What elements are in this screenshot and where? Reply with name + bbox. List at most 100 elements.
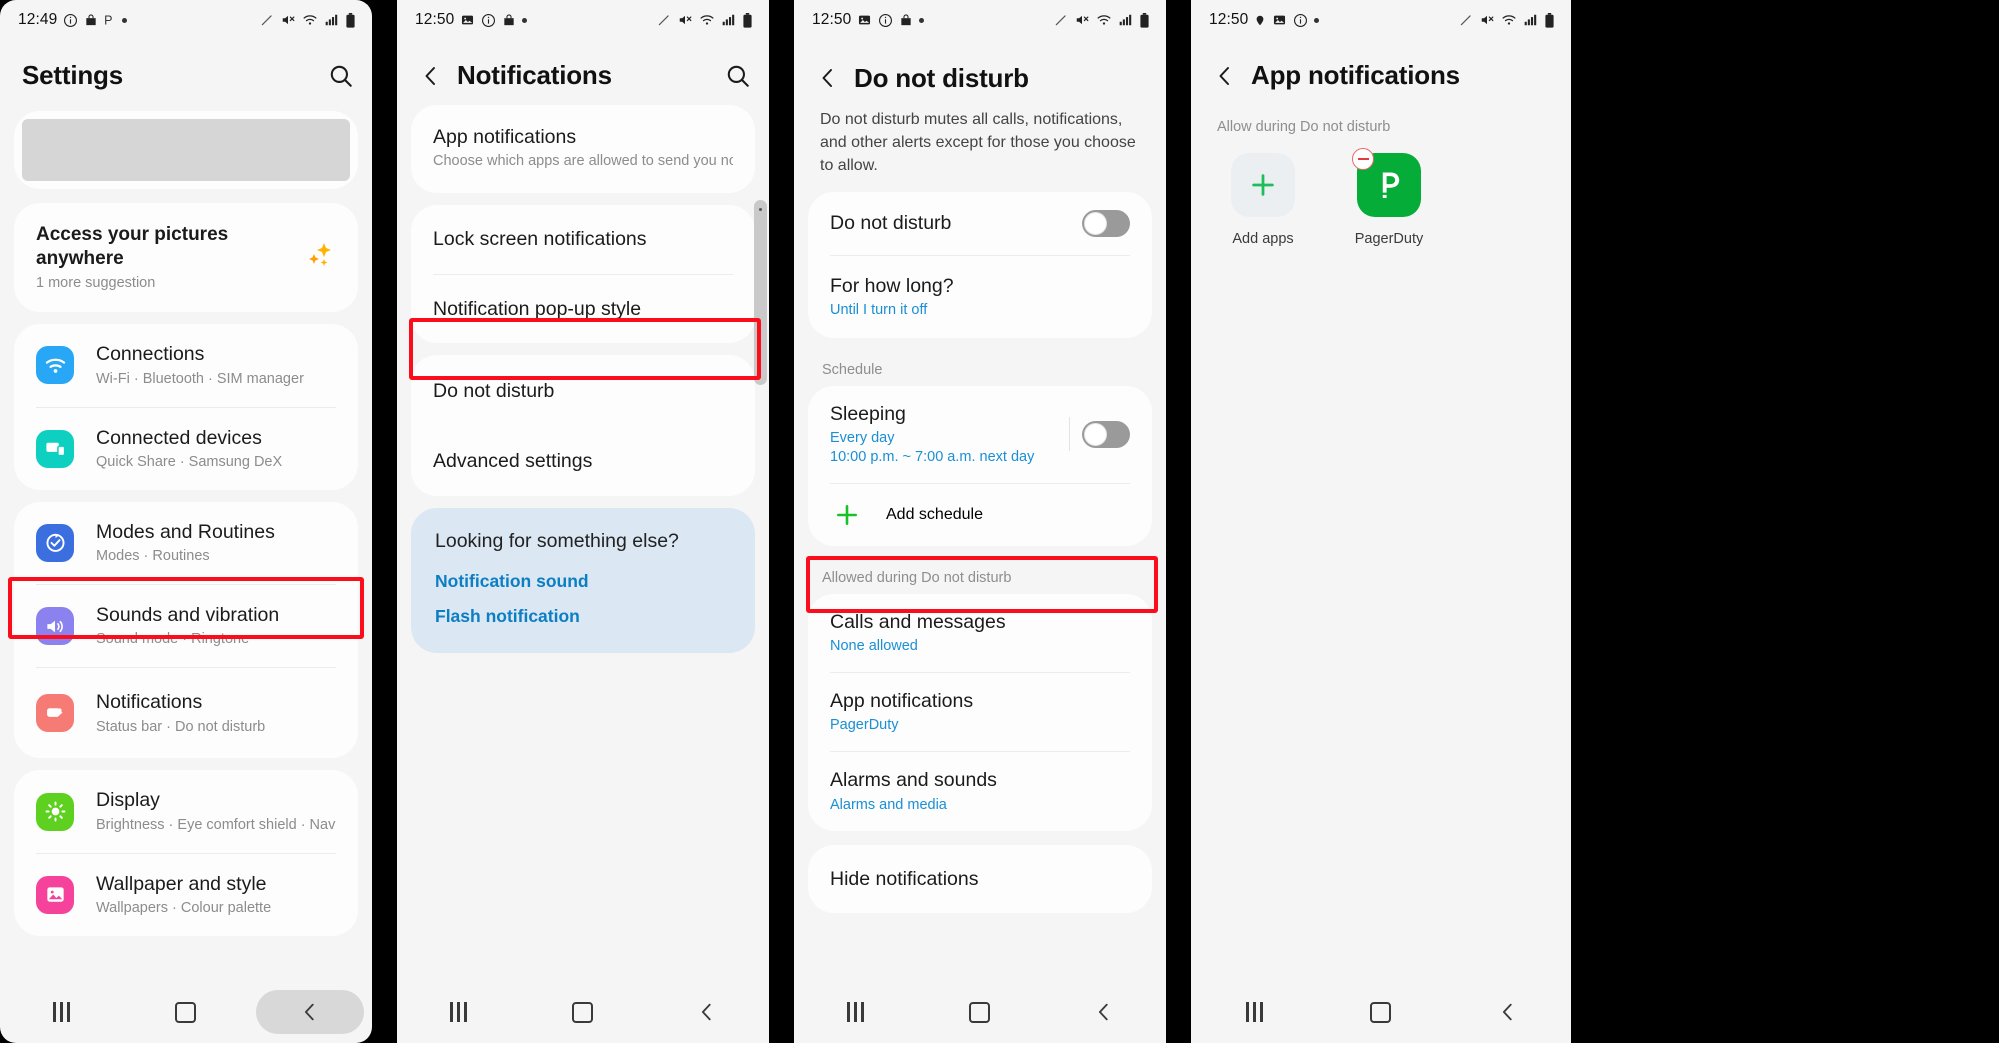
row-alarms-and-sounds[interactable]: Alarms and sounds Alarms and media [808, 752, 1152, 830]
row-do-not-disturb-toggle[interactable]: Do not disturb [808, 192, 1152, 255]
status-bar: 12:50 [397, 0, 769, 40]
info-icon [481, 13, 496, 28]
row-calls-and-messages[interactable]: Calls and messages None allowed [808, 594, 1152, 672]
bag-icon [502, 13, 516, 28]
panel-gap [769, 0, 794, 1043]
section-label-allowed: Allowed during Do not disturb [822, 569, 1012, 586]
app-notifications-header: App notifications [1191, 40, 1571, 105]
looking-for-title: Looking for something else? [435, 529, 679, 552]
item-subtitle: Choose which apps are allowed to send yo… [433, 153, 733, 170]
back-icon[interactable] [248, 981, 372, 1043]
dot-icon [919, 17, 925, 23]
recents-icon[interactable] [0, 981, 124, 1043]
home-icon[interactable] [918, 981, 1042, 1043]
list-item-advanced-settings[interactable]: Advanced settings [411, 427, 755, 495]
item-title: For how long? [830, 274, 954, 297]
suggestion-card[interactable]: Access your pictures anywhere 1 more sug… [14, 203, 358, 313]
dot-icon [1314, 17, 1320, 23]
notifications-group-2: Do not disturb Advanced settings [411, 354, 755, 496]
item-value: PagerDuty [830, 717, 899, 734]
home-icon[interactable] [1318, 981, 1445, 1043]
status-time: 12:50 [415, 11, 455, 28]
phone-do-not-disturb: 12:50 Do not disturb Do not disturb mute… [794, 0, 1166, 1043]
devices-icon [36, 429, 74, 468]
item-title: Wallpaper and style [96, 872, 267, 895]
home-icon[interactable] [124, 981, 248, 1043]
row-for-how-long[interactable]: For how long? Until I turn it off [808, 256, 1152, 338]
notifications-header: Notifications [397, 40, 769, 105]
page-title: Notifications [457, 60, 612, 90]
app-item-pagerduty[interactable]: PagerDuty [1343, 148, 1435, 247]
row-sleeping-schedule[interactable]: Sleeping Every day 10:00 p.m. ~ 7:00 a.m… [808, 386, 1152, 483]
back-icon[interactable] [1444, 981, 1571, 1043]
item-title: Sounds and vibration [96, 604, 280, 626]
signal-icon [1118, 13, 1133, 27]
list-item-do-not-disturb[interactable]: Do not disturb [411, 355, 755, 427]
sidebar-item-wallpaper-and-style[interactable]: Wallpaper and style Wallpapers · Colour … [14, 854, 358, 936]
app-label: PagerDuty [1354, 231, 1424, 247]
mute-icon [677, 13, 693, 27]
sidebar-item-display[interactable]: Display Brightness · Eye comfort shield … [14, 770, 358, 852]
item-title: Calls and messages [830, 610, 1006, 633]
back-icon[interactable] [645, 981, 769, 1043]
notifications-group-1: Lock screen notifications Notification p… [411, 205, 755, 343]
hide-notifications-card[interactable]: Hide notifications [808, 844, 1152, 913]
recents-icon[interactable] [794, 981, 918, 1043]
sleeping-schedule-toggle[interactable] [1082, 420, 1130, 448]
add-apps-button[interactable]: Add apps [1217, 153, 1309, 247]
link-flash-notification[interactable]: Flash notification [411, 592, 755, 627]
wifi-icon [1501, 13, 1517, 27]
mute-icon [280, 13, 296, 27]
status-time: 12:50 [812, 11, 852, 28]
app-notifications-card[interactable]: App notifications Choose which apps are … [411, 105, 755, 194]
status-time: 12:50 [1209, 11, 1249, 28]
sidebar-item-modes-and-routines[interactable]: Modes and Routines Modes · Routines [14, 502, 358, 584]
item-title: Connections [96, 343, 205, 366]
p-icon: P [104, 13, 116, 28]
phone-app-notifications: 12:50 App notifications Allow during Do … [1191, 0, 1571, 1043]
sidebar-item-connections[interactable]: Connections Wi-Fi · Bluetooth · SIM mana… [14, 324, 358, 406]
status-bar: 12:50 [1191, 0, 1571, 40]
list-item-notification-popup-style[interactable]: Notification pop-up style [411, 275, 755, 343]
item-line1: Every day [830, 430, 895, 447]
status-bar: 12:49 P [0, 0, 372, 40]
search-icon[interactable] [328, 63, 354, 89]
row-app-notifications[interactable]: App notifications PagerDuty [808, 673, 1152, 751]
search-icon[interactable] [725, 63, 751, 89]
recents-icon[interactable] [397, 981, 521, 1043]
app-label: Add apps [1232, 231, 1294, 247]
screenshot-stage: 12:49 P Settings Access your pictures an… [0, 0, 1999, 1043]
battery-icon [742, 12, 753, 28]
allowed-apps-grid: Add apps PagerDuty [1191, 148, 1571, 247]
looking-for-card: Looking for something else? Notification… [411, 507, 755, 653]
banner-card [14, 111, 358, 189]
back-chevron-icon[interactable] [419, 64, 443, 88]
item-title: Modes and Routines [96, 520, 275, 543]
link-notification-sound[interactable]: Notification sound [411, 557, 755, 592]
sidebar-item-connected-devices[interactable]: Connected devices Quick Share · Samsung … [14, 408, 358, 490]
home-icon[interactable] [521, 981, 645, 1043]
item-subtitle: Brightness · Eye comfort shield · Naviga… [96, 816, 336, 833]
sidebar-item-notifications[interactable]: Notifications Status bar · Do not distur… [14, 668, 358, 758]
back-chevron-icon[interactable] [816, 66, 840, 90]
phone-notifications: 12:50 Notifications App notifications Ch… [397, 0, 769, 1043]
dnd-header: Do not disturb [794, 40, 1166, 104]
do-not-disturb-toggle[interactable] [1082, 209, 1130, 237]
back-chevron-icon[interactable] [1213, 64, 1237, 88]
speaker-icon [36, 607, 74, 646]
row-add-schedule[interactable]: Add schedule [808, 484, 1152, 546]
mute-icon [1479, 13, 1495, 27]
list-item-lock-screen-notifications[interactable]: Lock screen notifications [411, 205, 755, 273]
item-title: Sleeping [830, 402, 906, 425]
recents-icon[interactable] [1191, 981, 1318, 1043]
sidebar-item-sounds-and-vibration[interactable]: Sounds and vibration Sound mode · Ringto… [14, 585, 358, 667]
sparkle-icon [302, 238, 336, 277]
dnd-toggle-card: Do not disturb For how long? Until I tur… [808, 191, 1152, 338]
settings-group-2: Modes and Routines Modes · Routines Soun… [14, 501, 358, 759]
scrollbar[interactable] [754, 200, 767, 385]
item-subtitle: Sound mode · Ringtone [96, 631, 250, 648]
location-icon [1254, 13, 1266, 28]
back-icon[interactable] [1042, 981, 1166, 1043]
svg-text:P: P [104, 13, 112, 27]
pen-icon [260, 13, 274, 27]
